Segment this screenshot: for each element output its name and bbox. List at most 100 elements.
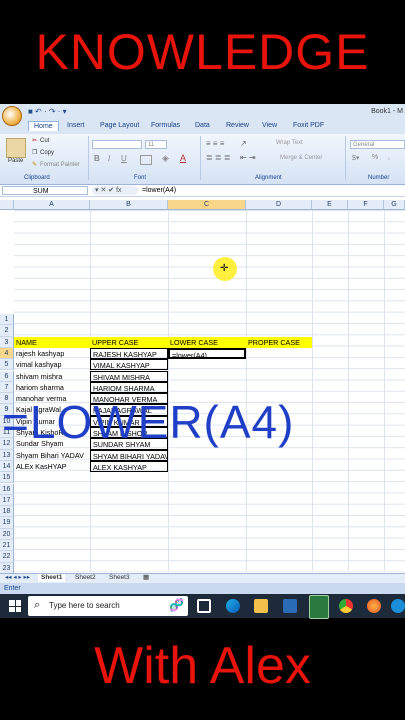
column-header-c[interactable]: C	[168, 200, 246, 210]
paste-button[interactable]: Paste	[8, 158, 23, 164]
upper-case-cell[interactable]: ALEX KASHYAP	[90, 460, 168, 473]
copy-icon[interactable]: ❐	[32, 149, 37, 156]
insert-sheet-icon[interactable]: ▦	[140, 574, 152, 582]
font-size-input[interactable]: 11	[145, 140, 167, 149]
upper-case-cell[interactable]: SHIVAM MISHRA	[90, 370, 168, 382]
lower-case-cell[interactable]	[168, 382, 246, 393]
name-cell[interactable]: Shyam Bihari YADAV	[14, 450, 90, 461]
lower-case-cell[interactable]	[168, 371, 246, 382]
row-header[interactable]: 22	[0, 551, 14, 563]
format-painter-icon[interactable]: ✎	[32, 161, 37, 168]
row-header[interactable]: 16	[0, 483, 14, 495]
windows-start-icon[interactable]	[9, 600, 21, 612]
name-cell[interactable]: ALEx KasHYAP	[14, 461, 90, 472]
row-header[interactable]: 14	[0, 460, 14, 473]
align-top-icon[interactable]: ≡ ≡ ≡	[206, 139, 224, 148]
app-icon[interactable]	[391, 599, 405, 613]
font-color-icon[interactable]: A	[180, 153, 186, 163]
sheet-tab-3[interactable]: Sheet3	[106, 574, 133, 582]
tab-page-layout[interactable]: Page Layout	[100, 122, 139, 129]
store-icon[interactable]	[283, 599, 297, 613]
name-cell[interactable]: rajesh kashyap	[14, 348, 90, 359]
header-proper-case[interactable]: PROPER CASE	[246, 336, 312, 348]
tab-view[interactable]: View	[262, 122, 277, 129]
upper-case-cell[interactable]: HARIOM SHARMA	[90, 381, 168, 394]
row-header[interactable]: 5	[0, 359, 14, 371]
excel-taskbar-icon[interactable]	[309, 595, 329, 619]
quick-access-toolbar[interactable]: ■ ↶ · ↷ · ▾	[28, 107, 67, 116]
upper-case-cell[interactable]: SHYAM BIHARI YADAV	[90, 449, 168, 461]
italic-button[interactable]: I	[108, 154, 110, 163]
row-header[interactable]: 3	[0, 336, 14, 348]
column-header-b[interactable]: B	[90, 200, 168, 210]
column-header-f[interactable]: F	[348, 200, 384, 210]
edge-browser-icon[interactable]	[226, 599, 240, 613]
lower-case-cell[interactable]	[168, 450, 246, 461]
cut-icon[interactable]: ✂	[32, 137, 37, 144]
tab-home[interactable]: Home	[28, 121, 59, 131]
formula-input[interactable]: =lower(A4)	[142, 186, 176, 195]
office-button-icon[interactable]	[2, 106, 22, 126]
row-header[interactable]: 2	[0, 325, 14, 337]
chrome-icon[interactable]	[339, 599, 353, 613]
tab-formulas[interactable]: Formulas	[151, 122, 180, 129]
tab-foxit-pdf[interactable]: Foxit PDF	[293, 122, 324, 129]
column-header-e[interactable]: E	[312, 200, 348, 210]
sheet-nav-icon[interactable]: ◂◂ ◂ ▸ ▸▸	[2, 574, 33, 582]
number-format-select[interactable]: General	[350, 140, 405, 149]
paste-icon[interactable]	[6, 138, 26, 158]
indent-icon[interactable]: ⇤ ⇥	[240, 153, 256, 162]
row-header[interactable]: 18	[0, 506, 14, 518]
task-view-icon[interactable]	[197, 599, 211, 613]
header-upper-case[interactable]: UPPER CASE	[90, 336, 168, 348]
row-header[interactable]: 19	[0, 517, 14, 529]
format-painter-button[interactable]: Format Painter	[40, 162, 80, 168]
borders-icon[interactable]	[140, 155, 152, 165]
lower-case-cell[interactable]	[168, 461, 246, 472]
fill-color-icon[interactable]: ◈	[162, 153, 169, 164]
row-header[interactable]: 17	[0, 494, 14, 507]
name-cell[interactable]: hariom sharma	[14, 382, 90, 393]
upper-case-cell[interactable]: VIMAL KASHYAP	[90, 359, 168, 371]
name-cell[interactable]: vimal kashyap	[14, 359, 90, 370]
row-header[interactable]: 7	[0, 381, 14, 394]
select-all-corner[interactable]	[0, 200, 14, 210]
name-box[interactable]: SUM	[2, 186, 88, 195]
copy-button[interactable]: Copy	[40, 150, 54, 156]
firefox-icon[interactable]	[367, 599, 381, 613]
orientation-icon[interactable]: ↗	[240, 139, 247, 148]
column-header-a[interactable]: A	[14, 200, 90, 210]
lower-case-cell[interactable]	[168, 359, 246, 370]
merge-center-button[interactable]: Merge & Center	[280, 155, 322, 161]
bold-button[interactable]: B	[94, 154, 100, 163]
sheet-tab-1[interactable]: Sheet1	[38, 574, 66, 582]
header-lower-case[interactable]: LOWER CASE	[168, 336, 246, 348]
column-header-g[interactable]: G	[384, 200, 405, 210]
underline-button[interactable]: U	[121, 154, 127, 163]
formula-buttons[interactable]: ▾ ✕ ✔ fx	[92, 186, 138, 195]
tab-data[interactable]: Data	[195, 122, 210, 129]
column-header-d[interactable]: D	[246, 200, 312, 210]
currency-icon[interactable]: $▾	[352, 154, 359, 162]
row-header[interactable]: 1	[0, 314, 14, 326]
row-header[interactable]: 20	[0, 528, 14, 540]
upper-case-cell[interactable]: RAJESH KASHYAP	[90, 347, 168, 360]
cut-button[interactable]: Cut	[40, 138, 49, 144]
comma-button[interactable]: ,	[388, 154, 390, 161]
tab-review[interactable]: Review	[226, 122, 249, 129]
sheet-tab-2[interactable]: Sheet2	[72, 574, 99, 582]
percent-button[interactable]: %	[372, 154, 378, 161]
row-header[interactable]: 4	[0, 347, 14, 360]
align-left-center-right-icon[interactable]: ≣ ≣ ≣	[206, 153, 231, 162]
row-header[interactable]: 15	[0, 472, 14, 484]
tab-insert[interactable]: Insert	[67, 122, 85, 129]
row-header[interactable]: 6	[0, 370, 14, 382]
file-explorer-icon[interactable]	[254, 599, 268, 613]
taskbar-search-box[interactable]: ⌕ Type here to search 🧬	[28, 596, 188, 616]
row-header[interactable]: 13	[0, 449, 14, 461]
row-header[interactable]: 21	[0, 540, 14, 552]
wrap-text-button[interactable]: Wrap Text	[276, 140, 303, 146]
name-cell[interactable]: shivam mishra	[14, 371, 90, 382]
header-name[interactable]: NAME	[14, 336, 90, 348]
lower-case-cell[interactable]: =lower(A4)	[168, 347, 246, 360]
